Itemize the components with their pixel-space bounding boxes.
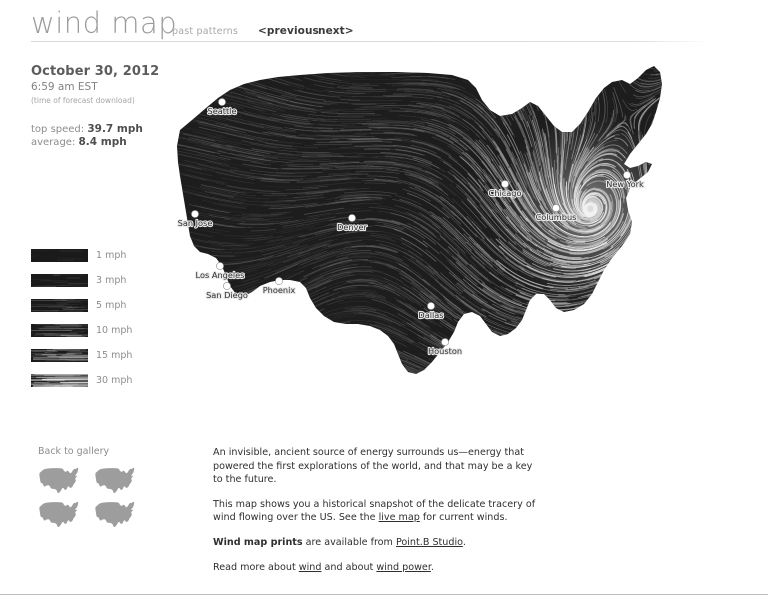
next-link[interactable]: next> [318, 25, 354, 37]
previous-link[interactable]: <previous [258, 25, 319, 37]
gallery-thumbnail-image [39, 501, 86, 529]
city-dot [348, 214, 356, 222]
description-text: An invisible, ancient source of energy s… [213, 446, 538, 585]
gallery-thumb-2[interactable] [94, 467, 142, 495]
page-title: wind map [31, 6, 178, 40]
legend-row: 15 mph [31, 343, 171, 368]
legend-label: 15 mph [96, 350, 133, 361]
prints-bold-text: Wind map prints [213, 536, 303, 548]
gallery-section: Back to gallery [38, 446, 158, 529]
city-dot [552, 204, 560, 212]
legend-label: 10 mph [96, 325, 133, 336]
gallery-thumbnail-image [95, 501, 142, 529]
gallery-thumbnail-image [95, 467, 142, 495]
city-dot [218, 98, 226, 106]
paragraph-4-end: . [430, 561, 434, 573]
legend-swatch [31, 374, 88, 387]
city-label: Phoenix [263, 285, 296, 295]
forecast-time: 6:59 am EST [31, 81, 98, 93]
city-label: Los Angeles [196, 270, 245, 280]
average-speed-value: 8.4 mph [78, 136, 127, 148]
gallery-thumbnail-grid [38, 467, 158, 529]
past-patterns-link[interactable]: past patterns [172, 26, 238, 37]
paragraph-3: Wind map prints are available from Point… [213, 536, 538, 550]
top-speed-row: top speed: 39.7 mph [31, 123, 176, 136]
speed-summary: top speed: 39.7 mph average: 8.4 mph [31, 123, 176, 149]
paragraph-3-end: . [462, 536, 466, 548]
paragraph-3-mid: are available from [302, 536, 396, 548]
city-label: San Diego [206, 290, 248, 300]
average-speed-label: average: [31, 137, 79, 148]
legend-label: 3 mph [96, 275, 127, 286]
paragraph-4: Read more about wind and about wind powe… [213, 561, 538, 575]
legend-swatch [31, 299, 88, 312]
legend-swatch [31, 324, 88, 337]
legend-row: 5 mph [31, 293, 171, 318]
city-label: Columbus [536, 212, 577, 222]
city-dot [223, 282, 231, 290]
gallery-thumbnail-image [39, 467, 86, 495]
wind-speed-legend: 1 mph 3 mph 5 mph 10 mph 15 mph 30 mph [31, 243, 171, 393]
legend-swatch [31, 349, 88, 362]
wind-link[interactable]: wind [299, 562, 322, 573]
forecast-date: October 30, 2012 [31, 64, 160, 79]
city-dot [191, 210, 199, 218]
legend-row: 10 mph [31, 318, 171, 343]
city-label: Houston [428, 346, 462, 356]
paragraph-4-part-a: Read more about [213, 561, 299, 573]
city-dot [427, 302, 435, 310]
legend-label: 5 mph [96, 300, 127, 311]
city-label: Denver [337, 222, 367, 232]
legend-label: 30 mph [96, 375, 133, 386]
legend-swatch [31, 274, 88, 287]
forecast-info-panel: October 30, 2012 6:59 am EST (time of fo… [31, 64, 176, 149]
wind-map[interactable]: Seattle San Jose Los Angeles San Diego Phoen… [160, 58, 760, 398]
forecast-note: (time of forecast download) [31, 96, 135, 105]
city-label: Chicago [489, 188, 522, 198]
city-label: New York [606, 179, 644, 189]
legend-row: 1 mph [31, 243, 171, 268]
city-dot [275, 277, 283, 285]
top-speed-label: top speed: [31, 124, 88, 135]
paragraph-1: An invisible, ancient source of energy s… [213, 447, 533, 486]
paragraph-4-mid: and about [321, 561, 377, 573]
city-dot [216, 262, 224, 270]
gallery-thumb-1[interactable] [38, 467, 86, 495]
paragraph-2: This map shows you a historical snapshot… [213, 498, 538, 525]
legend-row: 30 mph [31, 368, 171, 393]
legend-swatch [31, 249, 88, 262]
legend-row: 3 mph [31, 268, 171, 293]
city-dot [501, 180, 509, 188]
point-b-studio-link[interactable]: Point.B Studio [396, 537, 463, 548]
city-dot [441, 338, 449, 346]
paragraph-2-part-b: for current winds. [419, 512, 508, 524]
average-speed-row: average: 8.4 mph [31, 136, 176, 149]
city-label: Seattle [208, 106, 237, 116]
legend-label: 1 mph [96, 250, 127, 261]
city-label: San Jose [178, 218, 213, 228]
city-label: Dallas [418, 310, 443, 320]
gallery-thumb-3[interactable] [38, 501, 86, 529]
gallery-title[interactable]: Back to gallery [38, 446, 158, 457]
gallery-thumb-4[interactable] [94, 501, 142, 529]
header-divider [31, 41, 711, 42]
site-header: wind map past patterns <previous next> [0, 0, 768, 46]
top-speed-value: 39.7 mph [87, 123, 143, 135]
city-dot [623, 171, 631, 179]
wind-power-link[interactable]: wind power [376, 562, 431, 573]
live-map-link[interactable]: live map [379, 512, 420, 523]
storm-swirl-layer [494, 114, 662, 306]
